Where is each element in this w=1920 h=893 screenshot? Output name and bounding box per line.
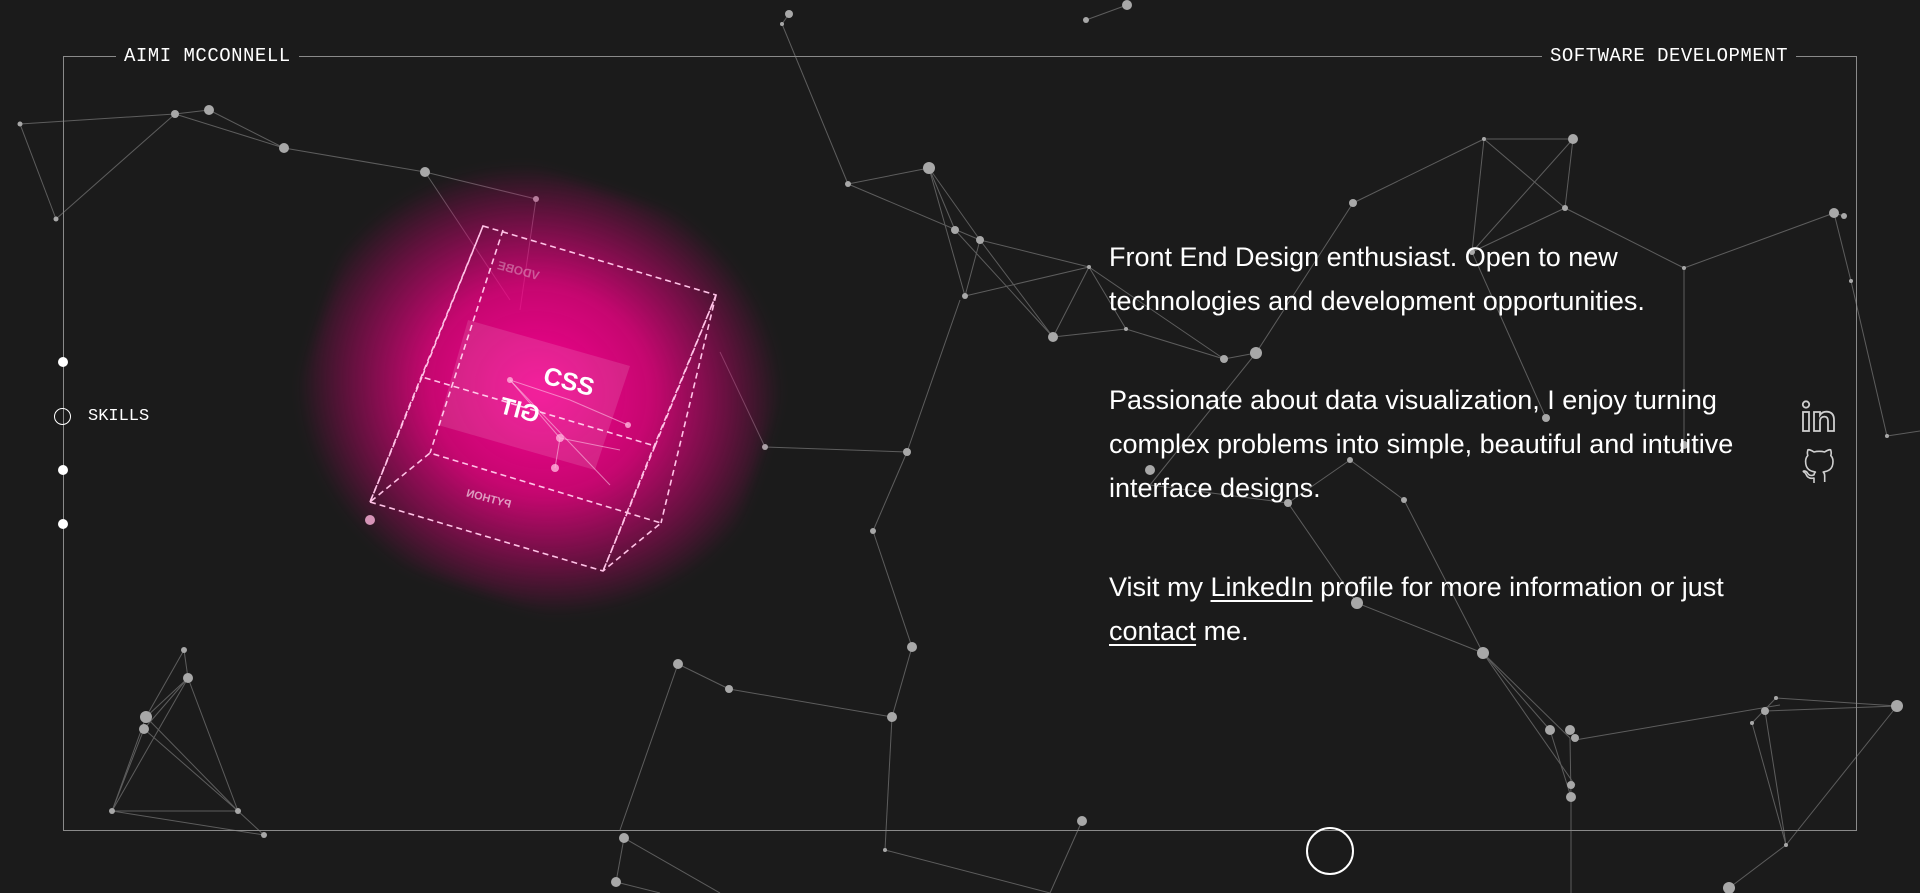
scroll-down-button[interactable] bbox=[1306, 827, 1354, 875]
intro-paragraph-3: Visit my LinkedIn profile for more infor… bbox=[1109, 565, 1749, 653]
nav-dot-4[interactable] bbox=[58, 519, 68, 529]
contact-link[interactable]: contact bbox=[1109, 616, 1196, 646]
p3-prefix: Visit my bbox=[1109, 572, 1211, 602]
site-name[interactable]: AIMI MCCONNELL bbox=[116, 46, 299, 66]
intro-paragraph-1: Front End Design enthusiast. Open to new… bbox=[1109, 242, 1645, 316]
p3-suffix: me. bbox=[1196, 616, 1249, 646]
linkedin-link[interactable]: LinkedIn bbox=[1211, 572, 1313, 602]
intro-paragraph-2: Passionate about data visualization, I e… bbox=[1109, 385, 1734, 503]
github-icon[interactable] bbox=[1800, 448, 1838, 486]
nav-label-skills[interactable]: SKILLS bbox=[88, 408, 149, 426]
skills-cube[interactable]: CSS GIT VDOBE PYTHON bbox=[256, 119, 830, 680]
nav-dot-3[interactable] bbox=[58, 465, 68, 475]
cube-label-python: PYTHON bbox=[465, 487, 512, 510]
cube-label-vdobe: VDOBE bbox=[496, 258, 541, 283]
cube-label-css: CSS bbox=[540, 362, 597, 402]
intro-text: Front End Design enthusiast. Open to new… bbox=[1109, 235, 1749, 708]
nav-dot-1[interactable] bbox=[58, 357, 68, 367]
site-role: SOFTWARE DEVELOPMENT bbox=[1542, 46, 1797, 66]
p3-middle: profile for more information or just bbox=[1312, 572, 1724, 602]
linkedin-icon[interactable] bbox=[1800, 398, 1838, 436]
nav-dot-skills[interactable] bbox=[54, 408, 71, 425]
cube-label-git: GIT bbox=[496, 392, 542, 429]
